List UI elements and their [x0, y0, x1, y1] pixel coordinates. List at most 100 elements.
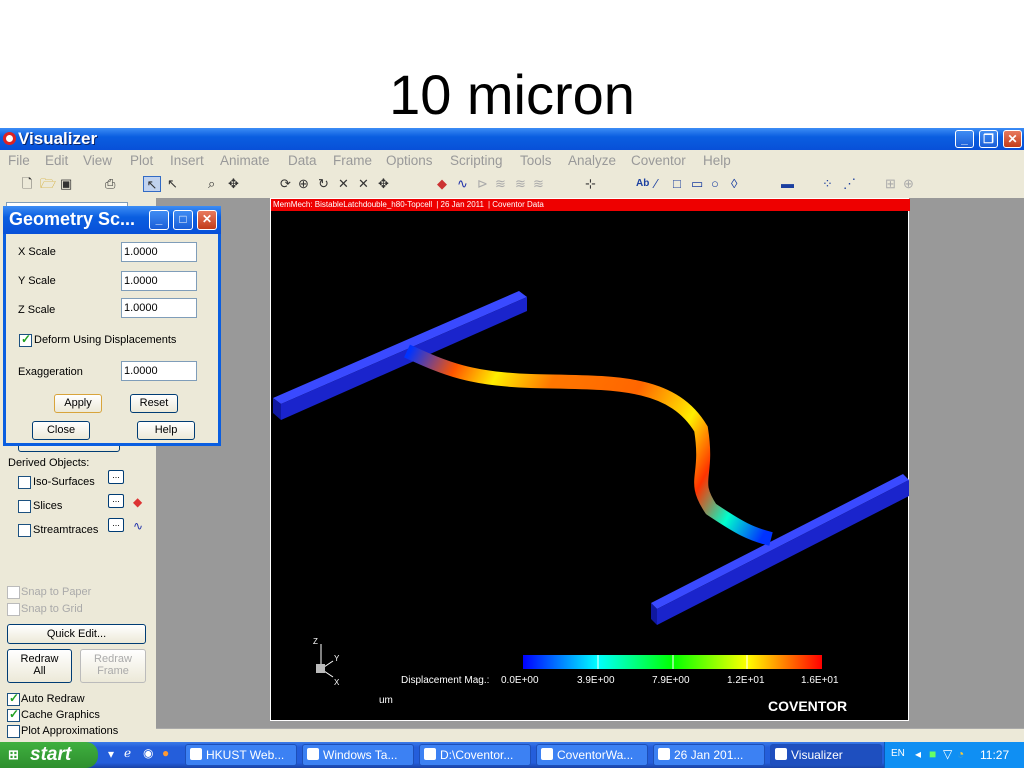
- taskbar-item-hkust[interactable]: HKUST Web...: [185, 744, 297, 766]
- streamtraces-details-button[interactable]: ...: [108, 518, 124, 532]
- iso2-icon[interactable]: ≋: [515, 176, 526, 192]
- security-icon[interactable]: ■: [929, 747, 936, 761]
- exaggeration-input[interactable]: 1.0000: [121, 361, 197, 381]
- wifi-icon[interactable]: ▽: [943, 747, 952, 761]
- snap-to-grid-checkbox[interactable]: [7, 603, 20, 616]
- move-icon[interactable]: ✥: [378, 176, 389, 192]
- quick-edit-button[interactable]: Quick Edit...: [7, 624, 146, 644]
- redraw-frame-button[interactable]: Redraw Frame: [80, 649, 146, 683]
- maximize-button[interactable]: ❐: [979, 130, 998, 148]
- language-indicator[interactable]: EN: [891, 748, 905, 759]
- grid-icon[interactable]: ⊞: [885, 176, 896, 192]
- x-scale-input[interactable]: 1.0000: [121, 242, 197, 262]
- menu-plot[interactable]: Plot: [130, 153, 153, 168]
- reset-button[interactable]: Reset: [130, 394, 178, 413]
- streamtrace-icon[interactable]: ∿: [457, 176, 468, 192]
- y-scale-input[interactable]: 1.0000: [121, 271, 197, 291]
- adjustor-icon[interactable]: ↖: [167, 176, 178, 192]
- slices-checkbox[interactable]: [18, 500, 31, 513]
- clock[interactable]: 11:27: [980, 748, 1009, 762]
- menu-frame[interactable]: Frame: [333, 153, 372, 168]
- menu-view[interactable]: View: [83, 153, 112, 168]
- quicklaunch-desktop-icon[interactable]: ▾: [108, 747, 114, 761]
- auto-redraw-checkbox[interactable]: [7, 691, 20, 706]
- redraw-all-button[interactable]: Redraw All: [7, 649, 72, 683]
- polyline-icon[interactable]: ⁄: [655, 176, 657, 192]
- new-file-icon[interactable]: 🗋: [22, 176, 32, 192]
- frame-icon[interactable]: ▬: [781, 176, 794, 192]
- taskbar-item-powerpoint[interactable]: 26 Jan 201...: [653, 744, 765, 766]
- save-icon[interactable]: ▣: [60, 176, 72, 192]
- z-scale-input[interactable]: 1.0000: [121, 298, 197, 318]
- volume-icon[interactable]: ◔: [957, 747, 964, 761]
- dialog-close-text-button[interactable]: Close: [32, 421, 90, 440]
- dialog-titlebar[interactable]: Geometry Sc... _ □ ✕: [3, 206, 221, 234]
- dialog-close-button[interactable]: ✕: [197, 210, 217, 230]
- axis-triad: Z Y X: [313, 637, 340, 687]
- probe-data-icon[interactable]: ✕: [358, 176, 369, 192]
- plot-approximations-checkbox[interactable]: [7, 725, 20, 738]
- horizontal-scrollbar[interactable]: [156, 728, 1024, 742]
- circle-icon[interactable]: ○: [711, 176, 719, 192]
- plot-frame[interactable]: MemMech: BistableLatchdouble_h80-Topcell…: [270, 198, 910, 721]
- iso-surfaces-checkbox[interactable]: [18, 476, 31, 489]
- menu-file[interactable]: File: [8, 153, 30, 168]
- dialog-minimize-button[interactable]: _: [149, 210, 169, 230]
- cache-graphics-checkbox[interactable]: [7, 707, 20, 722]
- rectangle-icon[interactable]: ▭: [691, 176, 703, 192]
- select-pointer-icon[interactable]: ↖: [143, 176, 161, 192]
- taskbar-item-visualizer[interactable]: Visualizer: [770, 744, 882, 766]
- print-icon[interactable]: ⎙: [105, 176, 115, 192]
- streamtraces-checkbox[interactable]: [18, 524, 31, 537]
- rotate-icon[interactable]: ⟳: [280, 176, 291, 192]
- menu-coventor[interactable]: Coventor: [631, 153, 686, 168]
- menu-insert[interactable]: Insert: [170, 153, 204, 168]
- text-tool-icon[interactable]: Ab: [636, 176, 649, 192]
- square-icon[interactable]: □: [673, 176, 681, 192]
- iso-icon[interactable]: ≋: [495, 176, 506, 192]
- dialog-maximize-button[interactable]: □: [173, 210, 193, 230]
- polar-icon[interactable]: ⊕: [903, 176, 914, 192]
- zone-icon[interactable]: ⊹: [585, 176, 596, 192]
- menu-animate[interactable]: Animate: [220, 153, 270, 168]
- iso3-icon[interactable]: ≋: [533, 176, 544, 192]
- taskbar-item-coventor-folder[interactable]: D:\Coventor...: [419, 744, 531, 766]
- bistable-beam: [404, 344, 773, 546]
- apply-button[interactable]: Apply: [54, 394, 102, 413]
- close-button[interactable]: ✕: [1003, 130, 1022, 148]
- menu-options[interactable]: Options: [386, 153, 433, 168]
- menu-analyze[interactable]: Analyze: [568, 153, 616, 168]
- help-button[interactable]: Help: [137, 421, 195, 440]
- menu-edit[interactable]: Edit: [45, 153, 68, 168]
- rollerball-icon[interactable]: ⊕: [298, 176, 309, 192]
- contour-icon[interactable]: ◆: [437, 176, 447, 192]
- deform-checkbox[interactable]: [19, 332, 32, 347]
- menu-tools[interactable]: Tools: [520, 153, 552, 168]
- menu-scripting[interactable]: Scripting: [450, 153, 503, 168]
- probe-icon[interactable]: ✕: [338, 176, 349, 192]
- slices-details-button[interactable]: ...: [108, 494, 124, 508]
- dialog-title: Geometry Sc...: [9, 209, 136, 229]
- menu-data[interactable]: Data: [288, 153, 317, 168]
- menu-help[interactable]: Help: [703, 153, 731, 168]
- zoom-icon[interactable]: ⌕: [208, 176, 215, 192]
- iso-surfaces-details-button[interactable]: ...: [108, 470, 124, 484]
- open-folder-icon[interactable]: 🗁: [40, 176, 56, 192]
- spin-icon[interactable]: ↻: [318, 176, 329, 192]
- ellipse-icon[interactable]: ◊: [731, 176, 737, 192]
- taskbar-item-coventorware[interactable]: CoventorWa...: [536, 744, 648, 766]
- taskbar-item-windows-task[interactable]: Windows Ta...: [302, 744, 414, 766]
- minimize-button[interactable]: _: [955, 130, 974, 148]
- quicklaunch-ie-icon[interactable]: ℯ: [124, 746, 131, 760]
- line-plot-icon[interactable]: ⋰: [843, 176, 856, 192]
- quicklaunch-firefox-icon[interactable]: ●: [162, 746, 169, 760]
- snap-to-paper-checkbox[interactable]: [7, 586, 20, 599]
- slice-icon[interactable]: ⊳: [477, 176, 488, 192]
- network-icon[interactable]: ◂: [915, 747, 921, 761]
- quicklaunch-app-icon[interactable]: ◉: [143, 746, 153, 760]
- start-button[interactable]: ⊞ start: [0, 742, 98, 768]
- window-titlebar[interactable]: Visualizer _ ❐ ✕: [0, 128, 1024, 150]
- translate-icon[interactable]: ✥: [228, 176, 239, 192]
- scatter-icon[interactable]: ⁘: [822, 176, 833, 192]
- iso-surfaces-label: Iso-Surfaces: [33, 476, 95, 488]
